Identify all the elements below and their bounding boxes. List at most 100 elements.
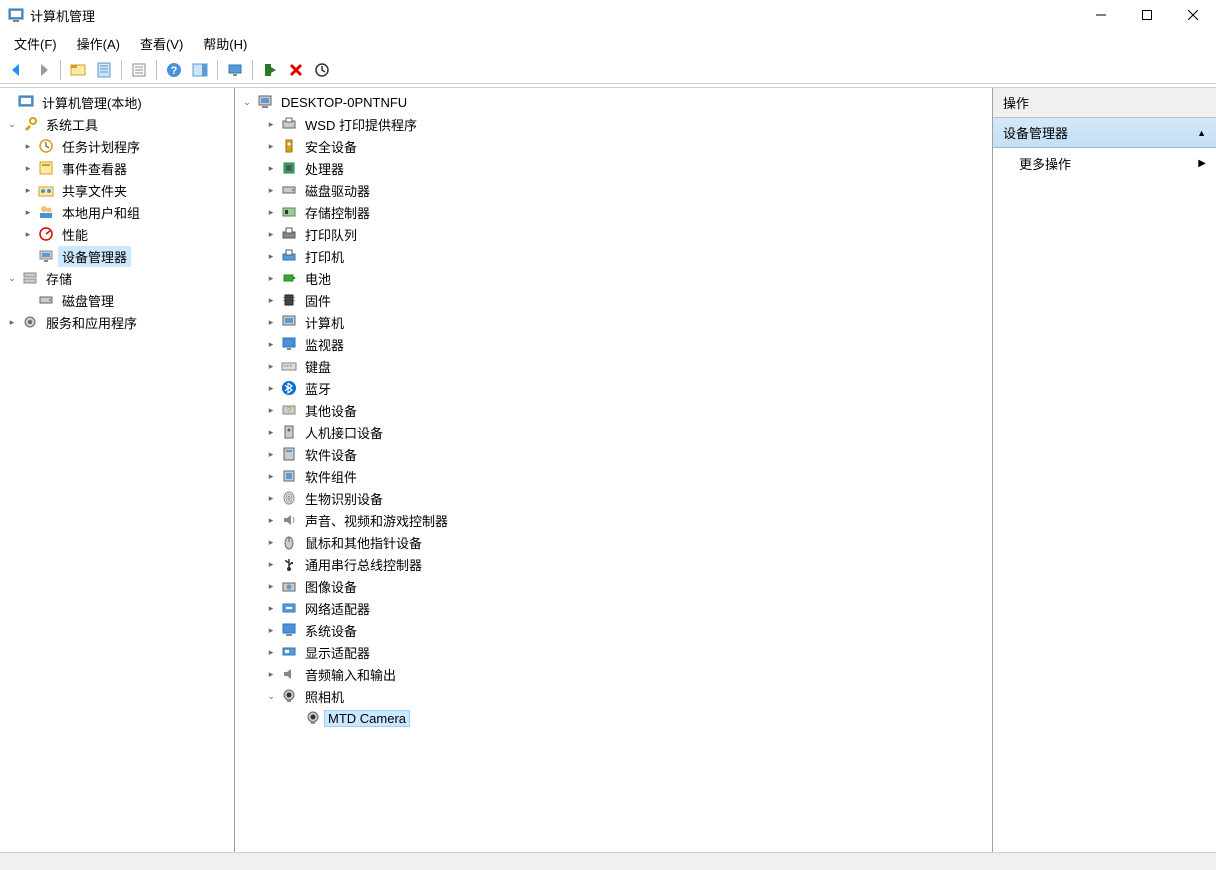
device-category-storage-controllers[interactable]: ▸存储控制器 — [235, 201, 992, 223]
tree-item-device-manager[interactable]: ▸ 设备管理器 — [0, 245, 234, 267]
expand-icon[interactable]: ▸ — [263, 295, 279, 306]
tree-root-computer-management[interactable]: ▸ 计算机管理(本地) — [0, 91, 234, 113]
device-category-display[interactable]: ▸显示适配器 — [235, 641, 992, 663]
device-root[interactable]: ⌄ DESKTOP-0PNTNFU — [235, 91, 992, 113]
expand-icon[interactable]: ▸ — [263, 471, 279, 482]
update-driver-button[interactable] — [310, 58, 334, 82]
device-category-computer[interactable]: ▸计算机 — [235, 311, 992, 333]
expand-icon[interactable]: ▸ — [263, 229, 279, 240]
expand-icon[interactable]: ▸ — [263, 647, 279, 658]
show-hide-tree-button[interactable] — [66, 58, 90, 82]
tree-label: 声音、视频和游戏控制器 — [301, 510, 452, 531]
expand-icon[interactable]: ▸ — [263, 339, 279, 350]
action-more[interactable]: 更多操作 ▶ — [993, 148, 1216, 179]
expand-icon[interactable]: ▸ — [263, 427, 279, 438]
maximize-button[interactable] — [1124, 0, 1170, 30]
expand-icon[interactable]: ▸ — [4, 317, 20, 328]
expand-icon[interactable]: ▸ — [263, 537, 279, 548]
expand-icon[interactable]: ▸ — [263, 559, 279, 570]
expand-icon[interactable]: ▸ — [263, 185, 279, 196]
device-category-firmware[interactable]: ▸固件 — [235, 289, 992, 311]
expand-icon[interactable]: ▸ — [263, 119, 279, 130]
device-category-batteries[interactable]: ▸电池 — [235, 267, 992, 289]
device-category-hid[interactable]: ▸人机接口设备 — [235, 421, 992, 443]
tree-item-event-viewer[interactable]: ▸ 事件查看器 — [0, 157, 234, 179]
expand-icon[interactable]: ▸ — [263, 405, 279, 416]
actions-section-device-manager[interactable]: 设备管理器 ▲ — [993, 118, 1216, 148]
help-button[interactable]: ? — [162, 58, 186, 82]
expand-icon[interactable]: ▸ — [263, 581, 279, 592]
expand-icon[interactable]: ▸ — [263, 669, 279, 680]
enable-device-button[interactable] — [258, 58, 282, 82]
device-category-audio-io[interactable]: ▸音频输入和输出 — [235, 663, 992, 685]
device-tree[interactable]: ⌄ DESKTOP-0PNTNFU ▸WSD 打印提供程序 ▸安全设备 ▸处理器… — [234, 88, 992, 852]
close-button[interactable] — [1170, 0, 1216, 30]
uninstall-device-button[interactable] — [284, 58, 308, 82]
expand-icon[interactable]: ▸ — [263, 493, 279, 504]
device-category-software-devices[interactable]: ▸软件设备 — [235, 443, 992, 465]
expand-icon[interactable]: ▸ — [263, 207, 279, 218]
device-category-biometric[interactable]: ▸生物识别设备 — [235, 487, 992, 509]
expand-icon[interactable]: ▸ — [263, 317, 279, 328]
device-category-bluetooth[interactable]: ▸蓝牙 — [235, 377, 992, 399]
menu-view[interactable]: 查看(V) — [130, 31, 193, 56]
tree-item-system-tools[interactable]: ⌄ 系统工具 — [0, 113, 234, 135]
collapse-icon[interactable]: ⌄ — [239, 97, 255, 108]
expand-icon[interactable]: ▸ — [263, 383, 279, 394]
tree-item-storage[interactable]: ⌄ 存储 — [0, 267, 234, 289]
device-category-monitors[interactable]: ▸监视器 — [235, 333, 992, 355]
device-category-software-components[interactable]: ▸软件组件 — [235, 465, 992, 487]
print-queue-icon — [281, 226, 297, 242]
console-tree[interactable]: ▸ 计算机管理(本地) ⌄ 系统工具 ▸ 任务计划程序 ▸ 事件查看器 ▸ — [0, 88, 234, 852]
expand-icon[interactable]: ▸ — [263, 361, 279, 372]
device-category-processors[interactable]: ▸处理器 — [235, 157, 992, 179]
expand-icon[interactable]: ▸ — [20, 207, 36, 218]
device-category-mice[interactable]: ▸鼠标和其他指针设备 — [235, 531, 992, 553]
collapse-icon[interactable]: ⌄ — [4, 119, 20, 130]
tree-item-performance[interactable]: ▸ 性能 — [0, 223, 234, 245]
expand-icon[interactable]: ▸ — [263, 141, 279, 152]
expand-icon[interactable]: ▸ — [263, 449, 279, 460]
expand-icon[interactable]: ▸ — [20, 185, 36, 196]
tree-item-shared-folders[interactable]: ▸ 共享文件夹 — [0, 179, 234, 201]
expand-icon[interactable]: ▸ — [20, 229, 36, 240]
properties-button[interactable] — [92, 58, 116, 82]
menu-action[interactable]: 操作(A) — [67, 31, 130, 56]
scan-hardware-button[interactable] — [223, 58, 247, 82]
device-category-sound[interactable]: ▸ 声音、视频和游戏控制器 — [235, 509, 992, 531]
device-category-other[interactable]: ▸?其他设备 — [235, 399, 992, 421]
expand-icon[interactable]: ▸ — [20, 141, 36, 152]
menu-help[interactable]: 帮助(H) — [193, 31, 257, 56]
expand-icon[interactable]: ▸ — [263, 273, 279, 284]
nav-back-button[interactable] — [5, 58, 29, 82]
device-category-security[interactable]: ▸安全设备 — [235, 135, 992, 157]
nav-forward-button[interactable] — [31, 58, 55, 82]
menu-file[interactable]: 文件(F) — [4, 31, 67, 56]
device-category-wsd[interactable]: ▸WSD 打印提供程序 — [235, 113, 992, 135]
tree-item-task-scheduler[interactable]: ▸ 任务计划程序 — [0, 135, 234, 157]
expand-icon[interactable]: ▸ — [263, 603, 279, 614]
tree-item-local-users[interactable]: ▸ 本地用户和组 — [0, 201, 234, 223]
collapse-icon[interactable]: ⌄ — [263, 691, 279, 702]
device-category-cameras[interactable]: ⌄照相机 — [235, 685, 992, 707]
expand-icon[interactable]: ▸ — [263, 515, 279, 526]
export-list-button[interactable] — [127, 58, 151, 82]
device-category-usb[interactable]: ▸通用串行总线控制器 — [235, 553, 992, 575]
expand-icon[interactable]: ▸ — [263, 163, 279, 174]
device-category-imaging[interactable]: ▸图像设备 — [235, 575, 992, 597]
expand-icon[interactable]: ▸ — [20, 163, 36, 174]
action-pane-button[interactable] — [188, 58, 212, 82]
tree-item-disk-management[interactable]: ▸ 磁盘管理 — [0, 289, 234, 311]
device-category-keyboards[interactable]: ▸键盘 — [235, 355, 992, 377]
device-category-network[interactable]: ▸网络适配器 — [235, 597, 992, 619]
minimize-button[interactable] — [1078, 0, 1124, 30]
device-category-system-devices[interactable]: ▸系统设备 — [235, 619, 992, 641]
device-item-mtd-camera[interactable]: ▸MTD Camera — [235, 707, 992, 729]
collapse-icon[interactable]: ⌄ — [4, 273, 20, 284]
device-category-print-queues[interactable]: ▸打印队列 — [235, 223, 992, 245]
device-category-disk-drives[interactable]: ▸磁盘驱动器 — [235, 179, 992, 201]
expand-icon[interactable]: ▸ — [263, 625, 279, 636]
device-category-printers[interactable]: ▸打印机 — [235, 245, 992, 267]
expand-icon[interactable]: ▸ — [263, 251, 279, 262]
tree-item-services-apps[interactable]: ▸ 服务和应用程序 — [0, 311, 234, 333]
